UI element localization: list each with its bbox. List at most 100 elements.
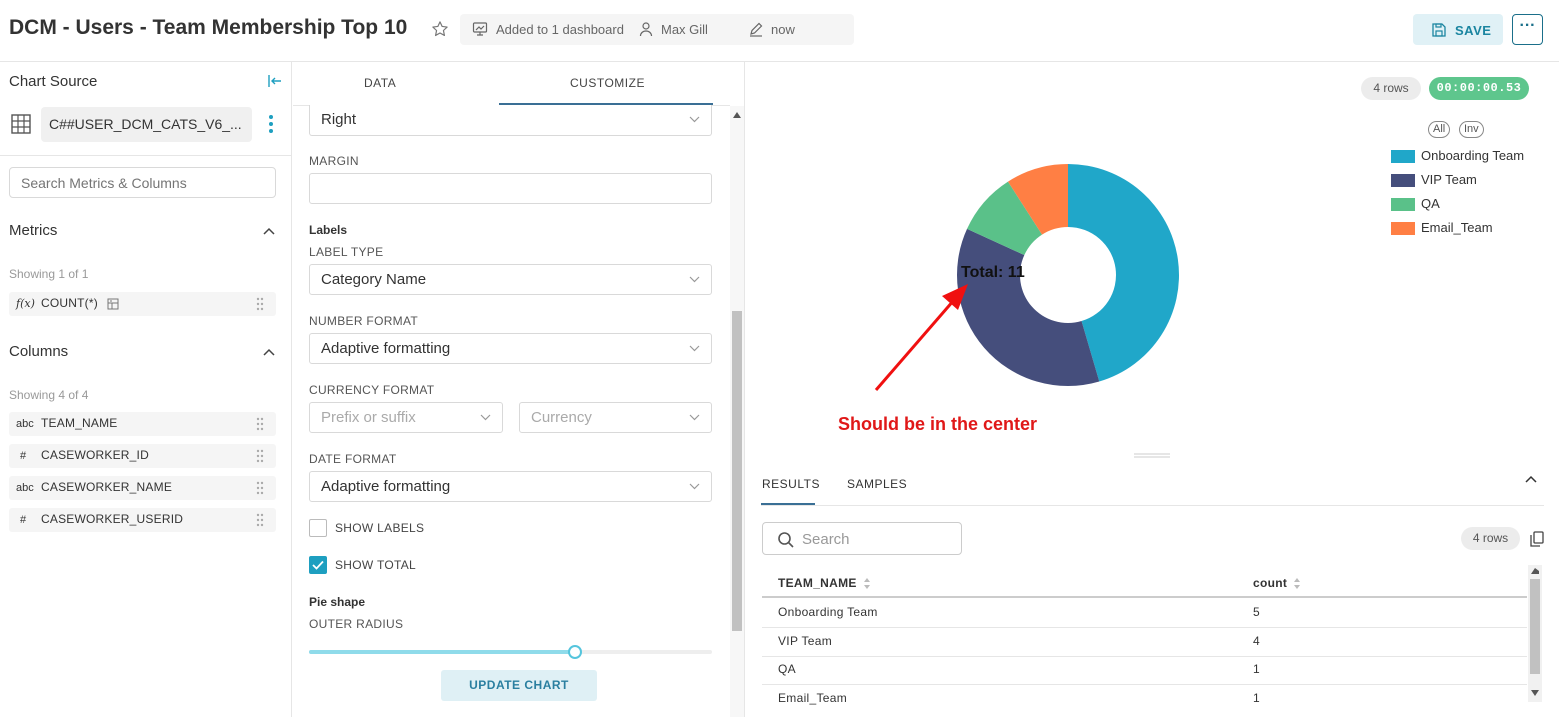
margin-input[interactable] (309, 173, 712, 204)
number-format-select[interactable]: Adaptive formatting (309, 333, 712, 364)
dashboard-count[interactable]: Added to 1 dashboard (496, 22, 624, 37)
labels-heading: Labels (309, 223, 348, 237)
chevron-down-icon (480, 414, 491, 421)
legend-label: QA (1421, 196, 1440, 211)
chart-preview-panel: 4 rows 00:00:00.53 Total: 11 All Inv Onb… (746, 62, 1559, 717)
currency-prefix-select[interactable]: Prefix or suffix (309, 402, 503, 433)
annotation-text: Should be in the center (838, 414, 1038, 434)
modified-time: now (771, 22, 795, 37)
date-format-select[interactable]: Adaptive formatting (309, 471, 712, 502)
show-total-checkbox[interactable] (309, 556, 327, 574)
tab-samples[interactable]: SAMPLES (847, 477, 907, 491)
margin-label: MARGIN (309, 154, 359, 168)
update-chart-button[interactable]: UPDATE CHART (441, 670, 597, 701)
table-cell-team-name: VIP Team (778, 633, 832, 648)
column-item[interactable]: abc TEAM_NAME (9, 412, 276, 436)
legend-swatch (1391, 222, 1415, 235)
results-search-input[interactable]: Search (762, 522, 962, 555)
pie-slice-vip-team[interactable] (957, 228, 1100, 387)
legend-all-button[interactable]: All (1428, 121, 1451, 138)
row-divider (762, 627, 1527, 628)
search-metrics-input[interactable] (9, 167, 276, 198)
legend-label: VIP Team (1421, 172, 1477, 187)
scroll-down-icon[interactable] (1531, 690, 1539, 696)
calculator-icon[interactable] (107, 298, 119, 310)
chevron-down-icon (689, 345, 700, 352)
number-type-icon: # (20, 450, 27, 462)
sort-icon[interactable] (1294, 578, 1300, 589)
date-format-label: DATE FORMAT (309, 452, 397, 466)
scrollbar-thumb[interactable] (1530, 579, 1540, 674)
drag-handle-icon[interactable] (256, 513, 264, 527)
metric-item[interactable]: f(x) COUNT(*) (9, 292, 276, 316)
chevron-up-icon[interactable] (262, 347, 276, 357)
metrics-heading[interactable]: Metrics (9, 222, 57, 239)
customize-panel: DATA CUSTOMIZE Right MARGIN Labels LABEL… (293, 62, 745, 717)
column-name: CASEWORKER_ID (41, 448, 149, 462)
save-button[interactable]: SAVE (1413, 14, 1503, 45)
slider-fill (309, 650, 575, 654)
column-name: CASEWORKER_NAME (41, 480, 173, 494)
divider (0, 155, 292, 156)
active-tab-indicator (761, 503, 815, 505)
row-count-badge: 4 rows (1461, 527, 1520, 550)
column-header-count[interactable]: count (1253, 576, 1287, 590)
drag-handle-icon[interactable] (256, 417, 264, 431)
drag-handle-icon[interactable] (256, 449, 264, 463)
chart-metadata: Added to 1 dashboard Max Gill now (460, 14, 854, 45)
column-item[interactable]: # CASEWORKER_USERID (9, 508, 276, 532)
chevron-down-icon (689, 116, 700, 123)
tab-customize[interactable]: CUSTOMIZE (570, 76, 645, 90)
chevron-up-icon[interactable] (262, 226, 276, 236)
datasource-name[interactable]: C##USER_DCM_CATS_V6_... (41, 107, 252, 142)
chart-source-title: Chart Source (9, 73, 98, 90)
header-bar: DCM - Users - Team Membership Top 10 Add… (0, 0, 1559, 62)
table-cell-count: 1 (1253, 691, 1260, 706)
collapse-panel-icon[interactable] (268, 74, 282, 88)
dashboard-icon (472, 22, 488, 36)
select-value: Adaptive formatting (321, 340, 451, 357)
slider-handle[interactable] (567, 645, 582, 659)
label-type-select[interactable]: Category Name (309, 264, 712, 295)
copy-icon[interactable] (1530, 531, 1544, 547)
column-header-team-name[interactable]: TEAM_NAME (778, 576, 857, 590)
more-actions-button[interactable]: ··· (1512, 14, 1543, 45)
sort-icon[interactable] (864, 578, 870, 589)
pie-shape-heading: Pie shape (309, 595, 366, 609)
column-item[interactable]: # CASEWORKER_ID (9, 444, 276, 468)
label-type-label: LABEL TYPE (309, 245, 384, 259)
annotation-arrow (874, 284, 968, 391)
tab-data[interactable]: DATA (364, 76, 396, 90)
show-labels-label: SHOW LABELS (335, 521, 425, 535)
show-labels-checkbox[interactable] (309, 519, 327, 537)
drag-handle-icon[interactable] (256, 481, 264, 495)
number-format-label: NUMBER FORMAT (309, 314, 419, 328)
legend-label: Email_Team (1421, 220, 1493, 235)
scroll-up-icon[interactable] (733, 112, 741, 118)
currency-select[interactable]: Currency (519, 402, 712, 433)
row-divider (762, 684, 1527, 686)
select-value: Category Name (321, 271, 427, 288)
column-name: CASEWORKER_USERID (41, 512, 184, 526)
pencil-icon (750, 22, 763, 37)
chart-title[interactable]: DCM - Users - Team Membership Top 10 (9, 16, 407, 40)
scrollbar-thumb[interactable] (732, 311, 742, 631)
legend-position-select[interactable]: Right (309, 105, 712, 136)
table-header-border (762, 596, 1527, 598)
tab-results[interactable]: RESULTS (762, 477, 820, 491)
outer-radius-label: OUTER RADIUS (309, 617, 404, 631)
table-cell-count: 4 (1253, 633, 1260, 648)
resize-handle[interactable] (1134, 453, 1170, 458)
datasource-menu-icon[interactable] (268, 114, 274, 134)
star-icon[interactable] (431, 20, 449, 38)
legend-invert-button[interactable]: Inv (1459, 121, 1484, 138)
legend-swatch (1391, 150, 1415, 163)
scroll-up-icon[interactable] (1531, 568, 1539, 574)
chevron-down-icon (689, 414, 700, 421)
owner-name: Max Gill (661, 22, 708, 37)
drag-handle-icon[interactable] (256, 297, 264, 311)
columns-heading[interactable]: Columns (9, 343, 68, 360)
user-icon (639, 22, 653, 37)
column-item[interactable]: abc CASEWORKER_NAME (9, 476, 276, 500)
chevron-up-icon[interactable] (1525, 475, 1537, 483)
